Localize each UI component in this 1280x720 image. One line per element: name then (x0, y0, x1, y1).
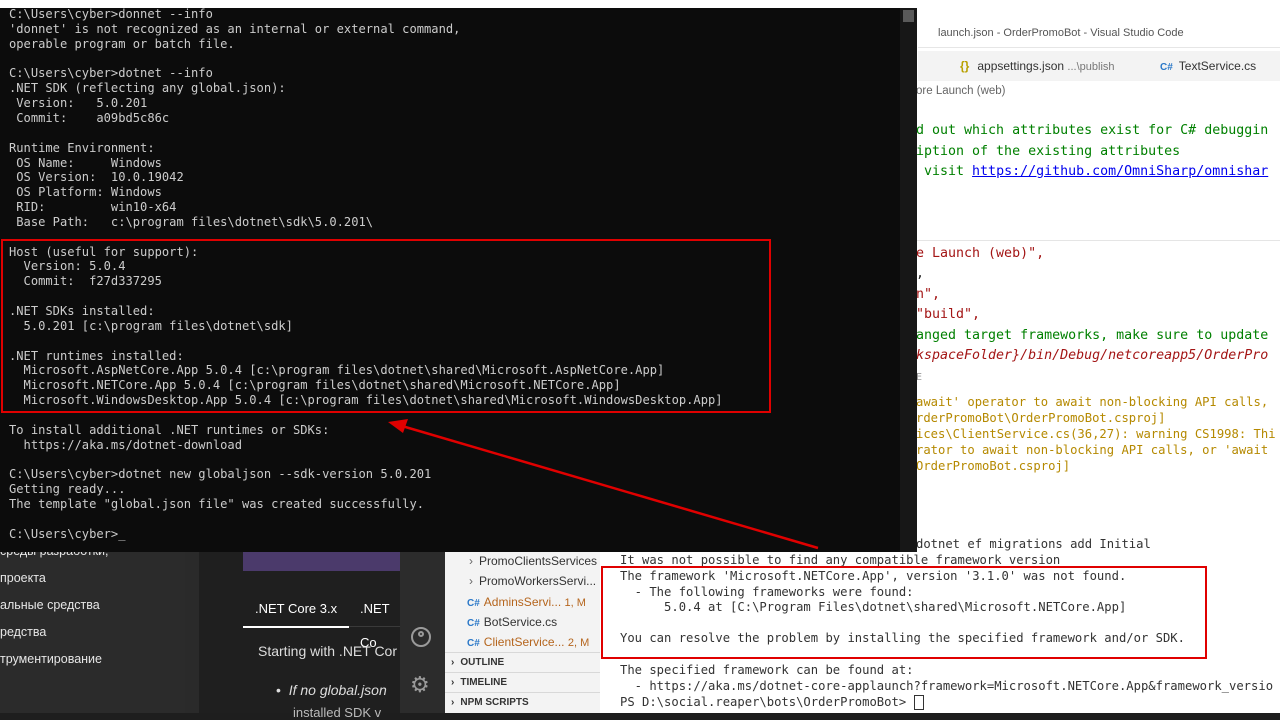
arrow-line (401, 424, 819, 550)
arrow-head (388, 419, 408, 433)
annotation-arrow (388, 419, 819, 550)
